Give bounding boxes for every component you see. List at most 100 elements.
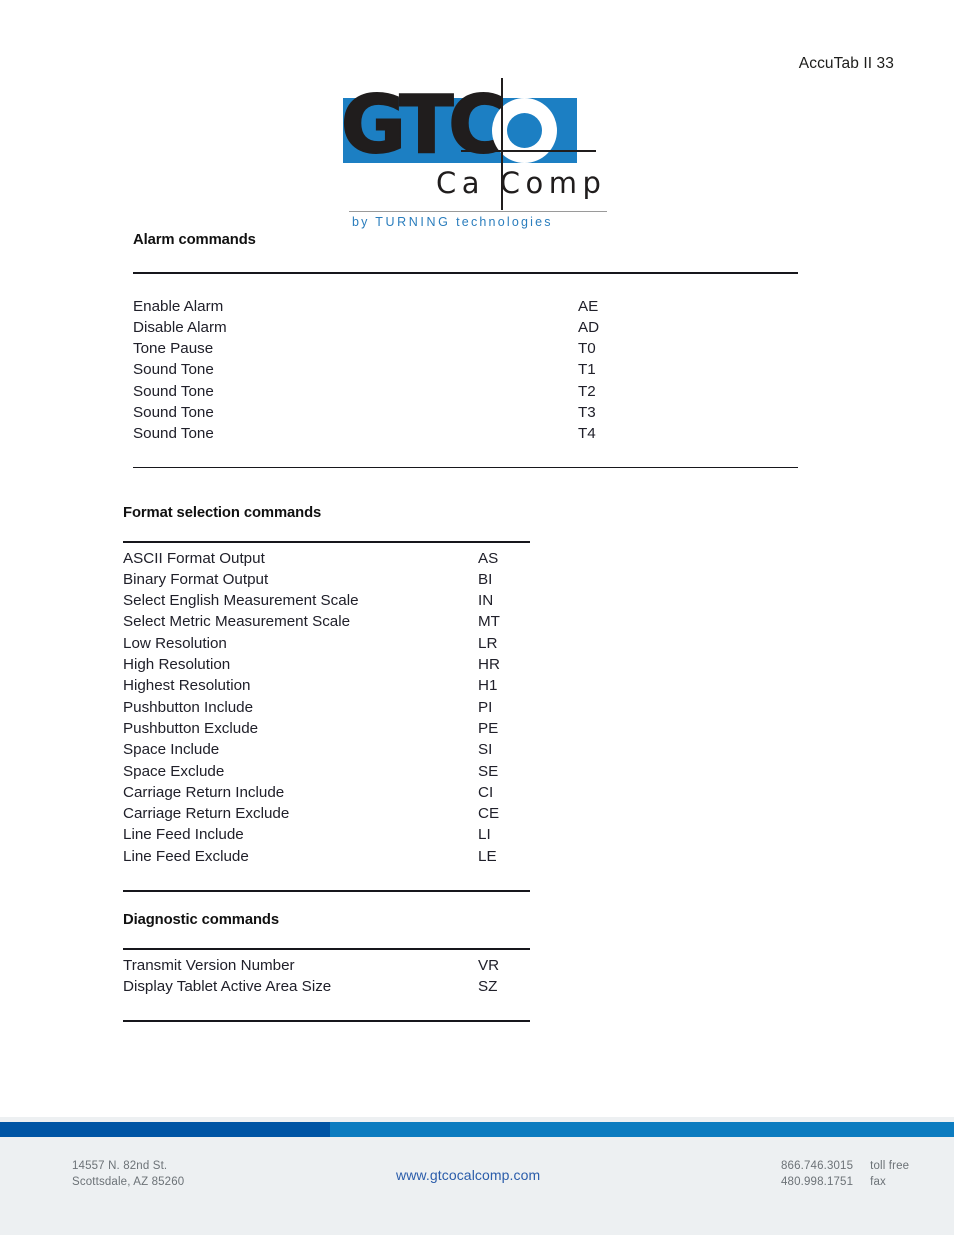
- command-name: Space Include: [123, 741, 220, 759]
- logo-crosshair-horizontal-icon: [461, 150, 596, 152]
- command-code: LE: [478, 847, 497, 865]
- footer-address: 14557 N. 82nd St. Scottsdale, AZ 85260: [72, 1159, 184, 1190]
- gtc-calcomp-logo: GTC Ca Comp by TURNING technologies: [340, 78, 630, 233]
- table-row: Carriage Return Include CI: [123, 782, 530, 803]
- table-rule-top: [123, 541, 530, 543]
- command-name: Low Resolution: [123, 634, 227, 652]
- footer-contact-row: 480.998.1751 fax: [781, 1175, 909, 1191]
- command-code: H1: [478, 677, 498, 695]
- table-row: Select English Measurement Scale IN: [123, 590, 530, 611]
- table-row: Sound Tone T4: [133, 423, 798, 444]
- command-name: Pushbutton Exclude: [123, 719, 259, 737]
- section-title-diagnostic: Diagnostic commands: [123, 912, 279, 928]
- command-code: T2: [578, 382, 596, 400]
- section-diagnostic-commands: Diagnostic commands Transmit Version Num…: [123, 912, 530, 1022]
- section-alarm-commands: Alarm commands Enable Alarm AE Disable A…: [133, 232, 798, 469]
- footer-contact-info: 866.746.3015 toll free 480.998.1751 fax: [781, 1159, 909, 1190]
- command-name: Carriage Return Exclude: [123, 805, 290, 823]
- table-row: Line Feed Include LI: [123, 824, 530, 845]
- table-rule-bottom: [123, 890, 530, 892]
- command-code: BI: [478, 570, 493, 588]
- format-commands-body: ASCII Format Output AS Binary Format Out…: [123, 548, 530, 867]
- command-name: ASCII Format Output: [123, 549, 265, 567]
- command-code: VR: [478, 956, 500, 974]
- table-row: Carriage Return Exclude CE: [123, 803, 530, 824]
- logo-tagline-suffix: technologies: [456, 215, 553, 229]
- command-name: Sound Tone: [133, 361, 214, 379]
- command-name: Carriage Return Include: [123, 783, 285, 801]
- footer-contact-label: toll free: [870, 1160, 910, 1172]
- table-row: Enable Alarm AE: [133, 296, 798, 317]
- footer-contact-table: 866.746.3015 toll free 480.998.1751 fax: [781, 1159, 909, 1190]
- footer-accent-bar: [0, 1122, 954, 1137]
- section-title-format: Format selection commands: [123, 505, 322, 521]
- table-row: Space Exclude SE: [123, 761, 530, 782]
- logo-tagline-prefix: by: [352, 215, 370, 229]
- command-code: PI: [478, 698, 493, 716]
- logo-tagline: by TURNING technologies: [352, 215, 553, 229]
- command-name: Display Tablet Active Area Size: [123, 977, 332, 995]
- table-row: Low Resolution LR: [123, 633, 530, 654]
- table-row: Disable Alarm AD: [133, 317, 798, 338]
- command-name: Transmit Version Number: [123, 956, 295, 974]
- section-format-selection-commands: Format selection commands ASCII Format O…: [123, 505, 530, 892]
- command-code: IN: [478, 592, 494, 610]
- footer-address-line2: Scottsdale, AZ 85260: [72, 1175, 185, 1188]
- command-name: High Resolution: [123, 656, 231, 674]
- command-code: SZ: [478, 977, 498, 995]
- command-code: PE: [478, 719, 499, 737]
- logo-mark: GTC: [340, 78, 596, 210]
- command-name: Sound Tone: [133, 404, 214, 422]
- table-rule-top: [133, 272, 798, 274]
- footer-contact-label: fax: [870, 1175, 886, 1188]
- alarm-commands-table: Enable Alarm AE Disable Alarm AD Tone Pa…: [133, 296, 798, 445]
- logo-divider: [349, 211, 607, 212]
- table-rule-bottom: [123, 1020, 530, 1022]
- command-code: AS: [478, 549, 499, 567]
- diagnostic-commands-table: Transmit Version Number VR Display Table…: [123, 955, 530, 998]
- table-row: Select Metric Measurement Scale MT: [123, 611, 530, 632]
- command-code: HR: [478, 656, 500, 674]
- alarm-commands-body: Enable Alarm AE Disable Alarm AD Tone Pa…: [133, 296, 798, 445]
- command-code: AE: [578, 297, 599, 315]
- command-code: CI: [478, 783, 494, 801]
- command-name: Tone Pause: [133, 340, 214, 358]
- table-row: Space Include SI: [123, 739, 530, 760]
- command-code: T1: [578, 361, 596, 379]
- command-name: Binary Format Output: [123, 570, 269, 588]
- table-rule-top: [123, 948, 530, 950]
- diagnostic-commands-body: Transmit Version Number VR Display Table…: [123, 955, 530, 998]
- command-name: Select Metric Measurement Scale: [123, 613, 351, 631]
- command-code: AD: [578, 318, 600, 336]
- table-row: High Resolution HR: [123, 654, 530, 675]
- footer-contact-number: 480.998.1751: [781, 1175, 854, 1188]
- command-code: MT: [478, 613, 500, 631]
- command-code: T0: [578, 340, 596, 358]
- table-row: Sound Tone T1: [133, 359, 798, 380]
- command-code: T3: [578, 404, 596, 422]
- footer-contact-number: 866.746.3015: [781, 1160, 854, 1172]
- table-row: Sound Tone T3: [133, 402, 798, 423]
- logo-target-core-icon: [507, 113, 542, 148]
- logo-wordmark-gtc: GTC: [340, 79, 507, 171]
- command-name: Highest Resolution: [123, 677, 251, 695]
- page-footer: 14557 N. 82nd St. Scottsdale, AZ 85260 w…: [0, 1117, 954, 1235]
- footer-website-link[interactable]: www.gtcocalcomp.com: [396, 1167, 540, 1183]
- command-name: Sound Tone: [133, 425, 214, 443]
- command-name: Space Exclude: [123, 762, 225, 780]
- table-row: Line Feed Exclude LE: [123, 846, 530, 867]
- page-header-title: AccuTab II 33: [798, 55, 894, 72]
- command-name: Disable Alarm: [133, 318, 227, 336]
- table-row: Transmit Version Number VR: [123, 955, 530, 976]
- command-name: Enable Alarm: [133, 297, 224, 315]
- table-row: Pushbutton Include PI: [123, 697, 530, 718]
- command-code: LI: [478, 826, 491, 844]
- command-name: Select English Measurement Scale: [123, 592, 359, 610]
- command-code: LR: [478, 634, 498, 652]
- footer-contact-row: 866.746.3015 toll free: [781, 1159, 909, 1175]
- logo-brand-calcomp: Ca Comp: [436, 166, 607, 200]
- command-name: Line Feed Exclude: [123, 847, 249, 865]
- footer-accent-bar-right: [330, 1122, 954, 1137]
- table-row: Tone Pause T0: [133, 338, 798, 359]
- logo-tagline-caps: TURNING: [375, 215, 451, 229]
